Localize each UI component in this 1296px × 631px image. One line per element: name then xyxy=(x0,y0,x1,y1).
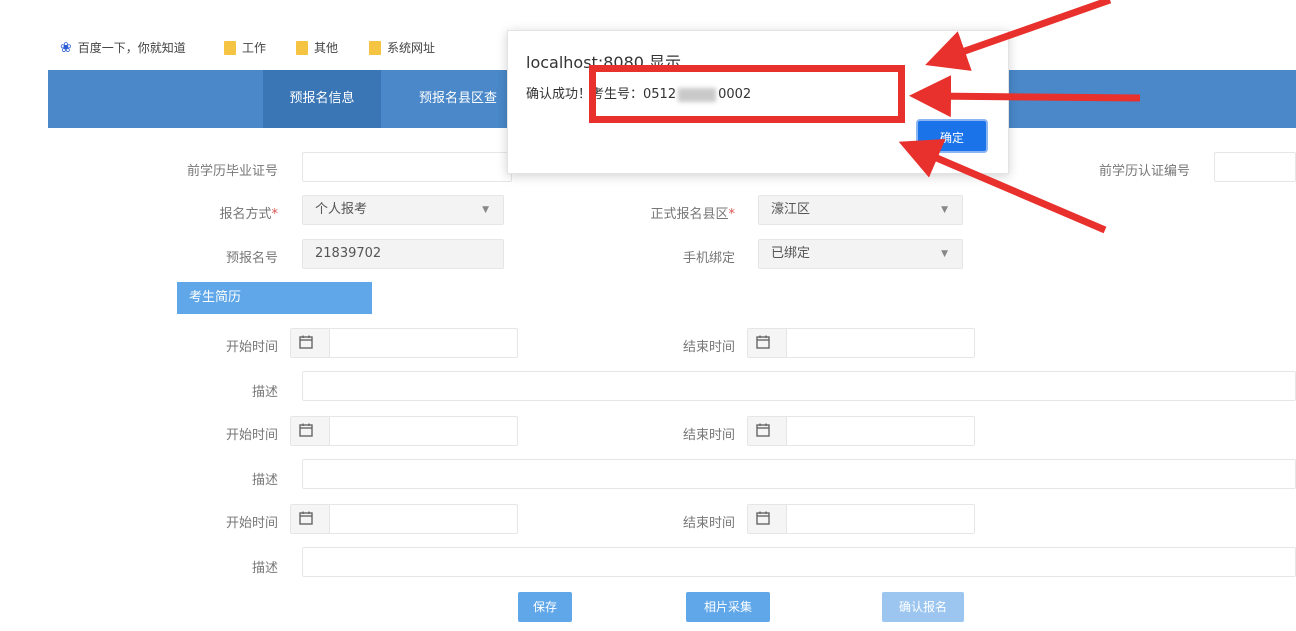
arrow-to-title xyxy=(925,0,1112,71)
annotation-arrows xyxy=(898,0,1141,234)
arrow-to-message xyxy=(909,75,1141,118)
arrow-to-ok-button xyxy=(898,138,1107,234)
